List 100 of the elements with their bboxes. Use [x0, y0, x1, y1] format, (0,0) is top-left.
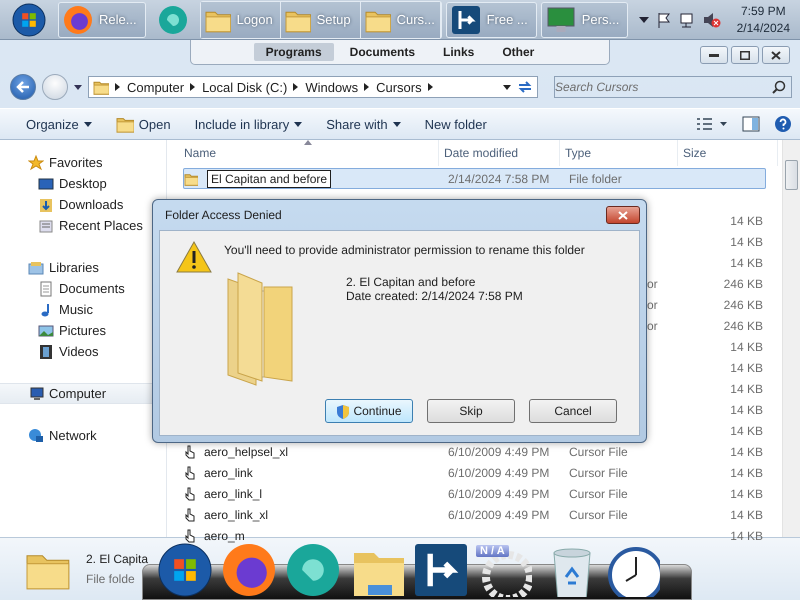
size-cell-text: 14 KB	[729, 508, 763, 522]
shield-icon	[336, 404, 350, 418]
desktop-icon	[38, 176, 54, 192]
chevron-icon	[364, 83, 370, 91]
date-cell-text: 6/10/2009 4:49 PM	[447, 444, 550, 458]
jump-list-tab[interactable]: Programs	[254, 43, 334, 61]
file-name: aero_link	[203, 466, 254, 480]
dock-item[interactable]	[412, 542, 470, 598]
column-header[interactable]: Type	[560, 140, 678, 166]
downloads-icon	[38, 196, 54, 212]
size-cell-text: 14 KB	[729, 424, 763, 438]
type-cell-text: File folder	[568, 172, 623, 186]
network-icon	[678, 12, 695, 28]
dialog-button[interactable]: Continue	[325, 399, 413, 423]
flag-icon	[656, 12, 671, 28]
back-button[interactable]	[10, 74, 36, 100]
caret-icon	[503, 84, 511, 90]
minimize-icon	[709, 54, 719, 56]
volume-muted-icon	[702, 12, 721, 28]
file-row[interactable]: aero_link 6/10/2009 4:49 PM Cursor File 14 KB	[183, 462, 766, 483]
caret-icon	[74, 84, 82, 90]
dialog-title: Folder Access Denied	[164, 208, 282, 222]
search-icon	[772, 80, 786, 94]
toolbar-button[interactable]: New folder	[416, 114, 495, 134]
jump-list-tab[interactable]: Links	[431, 43, 486, 61]
toolbar-button[interactable]: Share with	[318, 114, 409, 134]
caret-icon	[392, 122, 401, 126]
size-cell-text: 14 KB	[729, 382, 763, 396]
size-cell-text: 14 KB	[729, 256, 763, 270]
breadcrumb-item[interactable]: Cursors	[376, 80, 422, 94]
close-button[interactable]	[606, 206, 640, 224]
date-cell-text: 6/10/2009 4:49 PM	[447, 486, 550, 500]
file-row[interactable]: aero_helpsel_xl 6/10/2009 4:49 PM Cursor File 14 KB	[183, 441, 766, 462]
scrollbar[interactable]	[782, 140, 800, 537]
address-bar[interactable]: Computer Local Disk (C:) Windows Cursors	[88, 76, 538, 98]
size-cell-text: 246 KB	[722, 318, 763, 332]
hand-cursor-icon	[184, 466, 196, 480]
date-created: Date created: 2/14/2024 7:58 PM	[346, 289, 523, 303]
file-name: aero_link_l	[203, 486, 264, 500]
file-row[interactable]: El Capitan and before 2/14/2024 7:58 PM File folder	[183, 168, 766, 189]
jump-list-tab[interactable]: Documents	[338, 43, 427, 61]
arrow-left-icon	[16, 81, 30, 93]
caret-icon	[294, 122, 302, 126]
dialog-message: You'll need to provide administrator permission to rename this folder	[224, 242, 585, 257]
file-name: aero_link_xl	[203, 508, 270, 522]
nav-item[interactable]: Documents	[0, 278, 166, 299]
toolbar-button[interactable]: Organize	[18, 114, 100, 134]
arrow-app-icon	[414, 543, 468, 597]
scroll-thumb[interactable]	[785, 160, 798, 190]
dialog-button[interactable]: Cancel	[529, 399, 617, 423]
close-button[interactable]	[762, 46, 790, 64]
maximize-icon	[740, 50, 750, 60]
search-field[interactable]: Search Cursors	[554, 76, 792, 98]
type-cell-text: Cursor File	[568, 444, 629, 458]
caret-icon	[84, 122, 92, 126]
close-icon	[618, 210, 628, 220]
chevron-icon	[190, 83, 196, 91]
rename-field[interactable]: El Capitan and before	[207, 170, 332, 188]
size-cell-text: 14 KB	[729, 486, 763, 500]
sphere-app-icon	[286, 543, 340, 597]
breadcrumb-item[interactable]: Computer	[127, 80, 184, 94]
column-header[interactable]: Size	[678, 140, 778, 166]
view-list-icon	[696, 117, 728, 131]
dialog-button[interactable]: Skip	[427, 399, 515, 423]
nav-item[interactable]: Music	[0, 299, 166, 320]
fox-globe-icon	[222, 543, 276, 597]
library-icon	[28, 260, 44, 276]
nav-item[interactable]: Favorites	[0, 152, 166, 173]
column-header[interactable]: Date modified	[439, 140, 560, 166]
windows-logo-icon	[12, 2, 46, 36]
preview-pane-icon	[742, 116, 760, 132]
file-name: aero_helpsel_xl	[203, 444, 290, 458]
breadcrumb-item[interactable]: Windows	[305, 80, 358, 94]
dock-item[interactable]	[284, 542, 342, 598]
document-icon	[38, 280, 54, 296]
nav-item[interactable]: Desktop	[0, 173, 166, 194]
maximize-button[interactable]	[731, 46, 759, 64]
size-cell-text: 14 KB	[729, 444, 763, 458]
minimize-button[interactable]	[700, 46, 728, 64]
toolbar-button[interactable]: Include in library	[186, 114, 310, 134]
breadcrumb-item[interactable]: Local Disk (C:)	[202, 80, 288, 94]
nav-item[interactable]: Recent Places	[0, 215, 166, 236]
network-icon	[28, 428, 44, 444]
refresh-icon	[517, 79, 533, 95]
hand-cursor-icon	[184, 486, 196, 500]
file-row[interactable]: aero_link_l 6/10/2009 4:49 PM Cursor File 14 KB	[183, 483, 766, 504]
type-cell-text: or	[646, 298, 659, 312]
file-row[interactable]: aero_link_xl 6/10/2009 4:49 PM Cursor File 14 KB	[183, 504, 766, 525]
item-type: File folde	[86, 572, 136, 586]
jump-list-tab[interactable]: Other	[490, 43, 546, 61]
star-icon	[28, 154, 44, 170]
toolbar-button[interactable]: Open	[108, 112, 179, 136]
folder-icon	[116, 115, 134, 133]
size-cell-text: 14 KB	[729, 340, 763, 354]
dock-item[interactable]	[220, 542, 278, 598]
size-cell-text: 14 KB	[729, 466, 763, 480]
date-cell-text: 6/10/2009 4:49 PM	[447, 466, 550, 480]
fox-globe-icon	[63, 4, 93, 34]
clock-date: 2/14/2024	[736, 20, 790, 36]
dock-item[interactable]	[156, 542, 214, 598]
